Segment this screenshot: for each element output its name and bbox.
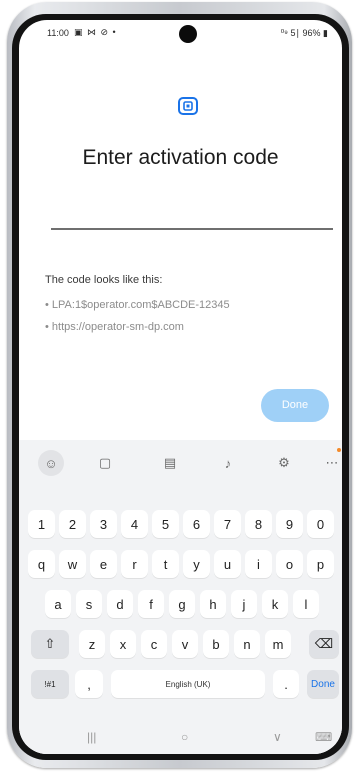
settings-icon[interactable]: ⚙ [271, 450, 297, 476]
key-1[interactable]: 1 [28, 510, 55, 538]
shift-key[interactable]: ⇧ [31, 630, 69, 658]
key-d[interactable]: d [107, 590, 133, 618]
recents-icon[interactable]: ||| [87, 730, 96, 744]
key-3[interactable]: 3 [90, 510, 117, 538]
key-z[interactable]: z [79, 630, 105, 658]
screen: 11:00 ▣ ⋈ ⊘ • ⁰⁹ 5∣ 96% ▮ Enter activati… [19, 20, 342, 754]
keyboard-done-key[interactable]: Done [307, 670, 339, 698]
key-5[interactable]: 5 [152, 510, 179, 538]
keyboard-hide-icon[interactable]: ⌨ [315, 730, 332, 744]
key-a[interactable]: a [45, 590, 71, 618]
key-4[interactable]: 4 [121, 510, 148, 538]
key-7[interactable]: 7 [214, 510, 241, 538]
notes-icon[interactable]: ▤ [157, 450, 183, 476]
status-bar: 11:00 ▣ ⋈ ⊘ • ⁰⁹ 5∣ 96% ▮ [19, 20, 342, 46]
comma-key[interactable]: , [75, 670, 103, 698]
key-s[interactable]: s [76, 590, 102, 618]
key-2[interactable]: 2 [59, 510, 86, 538]
key-u[interactable]: u [214, 550, 241, 578]
status-time: 11:00 [47, 28, 69, 38]
key-l[interactable]: l [293, 590, 319, 618]
emoji-icon[interactable]: ☺ [38, 450, 64, 476]
key-v[interactable]: v [172, 630, 198, 658]
key-w[interactable]: w [59, 550, 86, 578]
symbols-key[interactable]: !#1 [31, 670, 69, 698]
key-p[interactable]: p [307, 550, 334, 578]
space-key[interactable]: English (UK) [111, 670, 265, 698]
key-e[interactable]: e [90, 550, 117, 578]
key-g[interactable]: g [169, 590, 195, 618]
example-url: • https://operator-sm-dp.com [45, 321, 184, 333]
key-n[interactable]: n [234, 630, 260, 658]
front-camera-icon [179, 25, 197, 43]
done-button[interactable]: Done [261, 389, 329, 422]
back-icon[interactable]: ∨ [273, 730, 282, 744]
key-0[interactable]: 0 [307, 510, 334, 538]
key-t[interactable]: t [152, 550, 179, 578]
key-9[interactable]: 9 [276, 510, 303, 538]
key-6[interactable]: 6 [183, 510, 210, 538]
key-q[interactable]: q [28, 550, 55, 578]
key-8[interactable]: 8 [245, 510, 272, 538]
key-f[interactable]: f [138, 590, 164, 618]
key-y[interactable]: y [183, 550, 210, 578]
page-title: Enter activation code [82, 146, 279, 169]
more-icon[interactable]: ⋯ [319, 450, 342, 476]
activation-code-input[interactable] [51, 200, 333, 228]
backspace-key[interactable]: ⌫ [309, 630, 339, 658]
key-i[interactable]: i [245, 550, 272, 578]
key-b[interactable]: b [203, 630, 229, 658]
key-x[interactable]: x [110, 630, 136, 658]
keyboard: ☺ ▢ ▤ ♪ ⚙ ⋯ 1234567890 qwertyuiop asdfgh… [19, 440, 342, 754]
clipboard-icon[interactable]: ▢ [92, 450, 118, 476]
microphone-icon[interactable]: ♪ [215, 450, 241, 476]
key-m[interactable]: m [265, 630, 291, 658]
input-underline [51, 228, 333, 230]
key-c[interactable]: c [141, 630, 167, 658]
key-k[interactable]: k [262, 590, 288, 618]
home-icon[interactable]: ○ [181, 730, 188, 744]
navigation-bar: ||| ○ ∨ ⌨ [19, 730, 342, 754]
key-j[interactable]: j [231, 590, 257, 618]
notification-dot [337, 448, 341, 452]
period-key[interactable]: . [273, 670, 299, 698]
key-r[interactable]: r [121, 550, 148, 578]
notification-icons: ▣ ⋈ ⊘ • [74, 27, 117, 37]
hint-text: The code looks like this: [45, 274, 163, 286]
example-lpa: • LPA:1$operator.com$ABCDE-12345 [45, 299, 230, 311]
key-h[interactable]: h [200, 590, 226, 618]
key-o[interactable]: o [276, 550, 303, 578]
status-right: ⁰⁹ 5∣ 96% ▮ [280, 28, 328, 38]
sim-card-icon [178, 97, 198, 115]
